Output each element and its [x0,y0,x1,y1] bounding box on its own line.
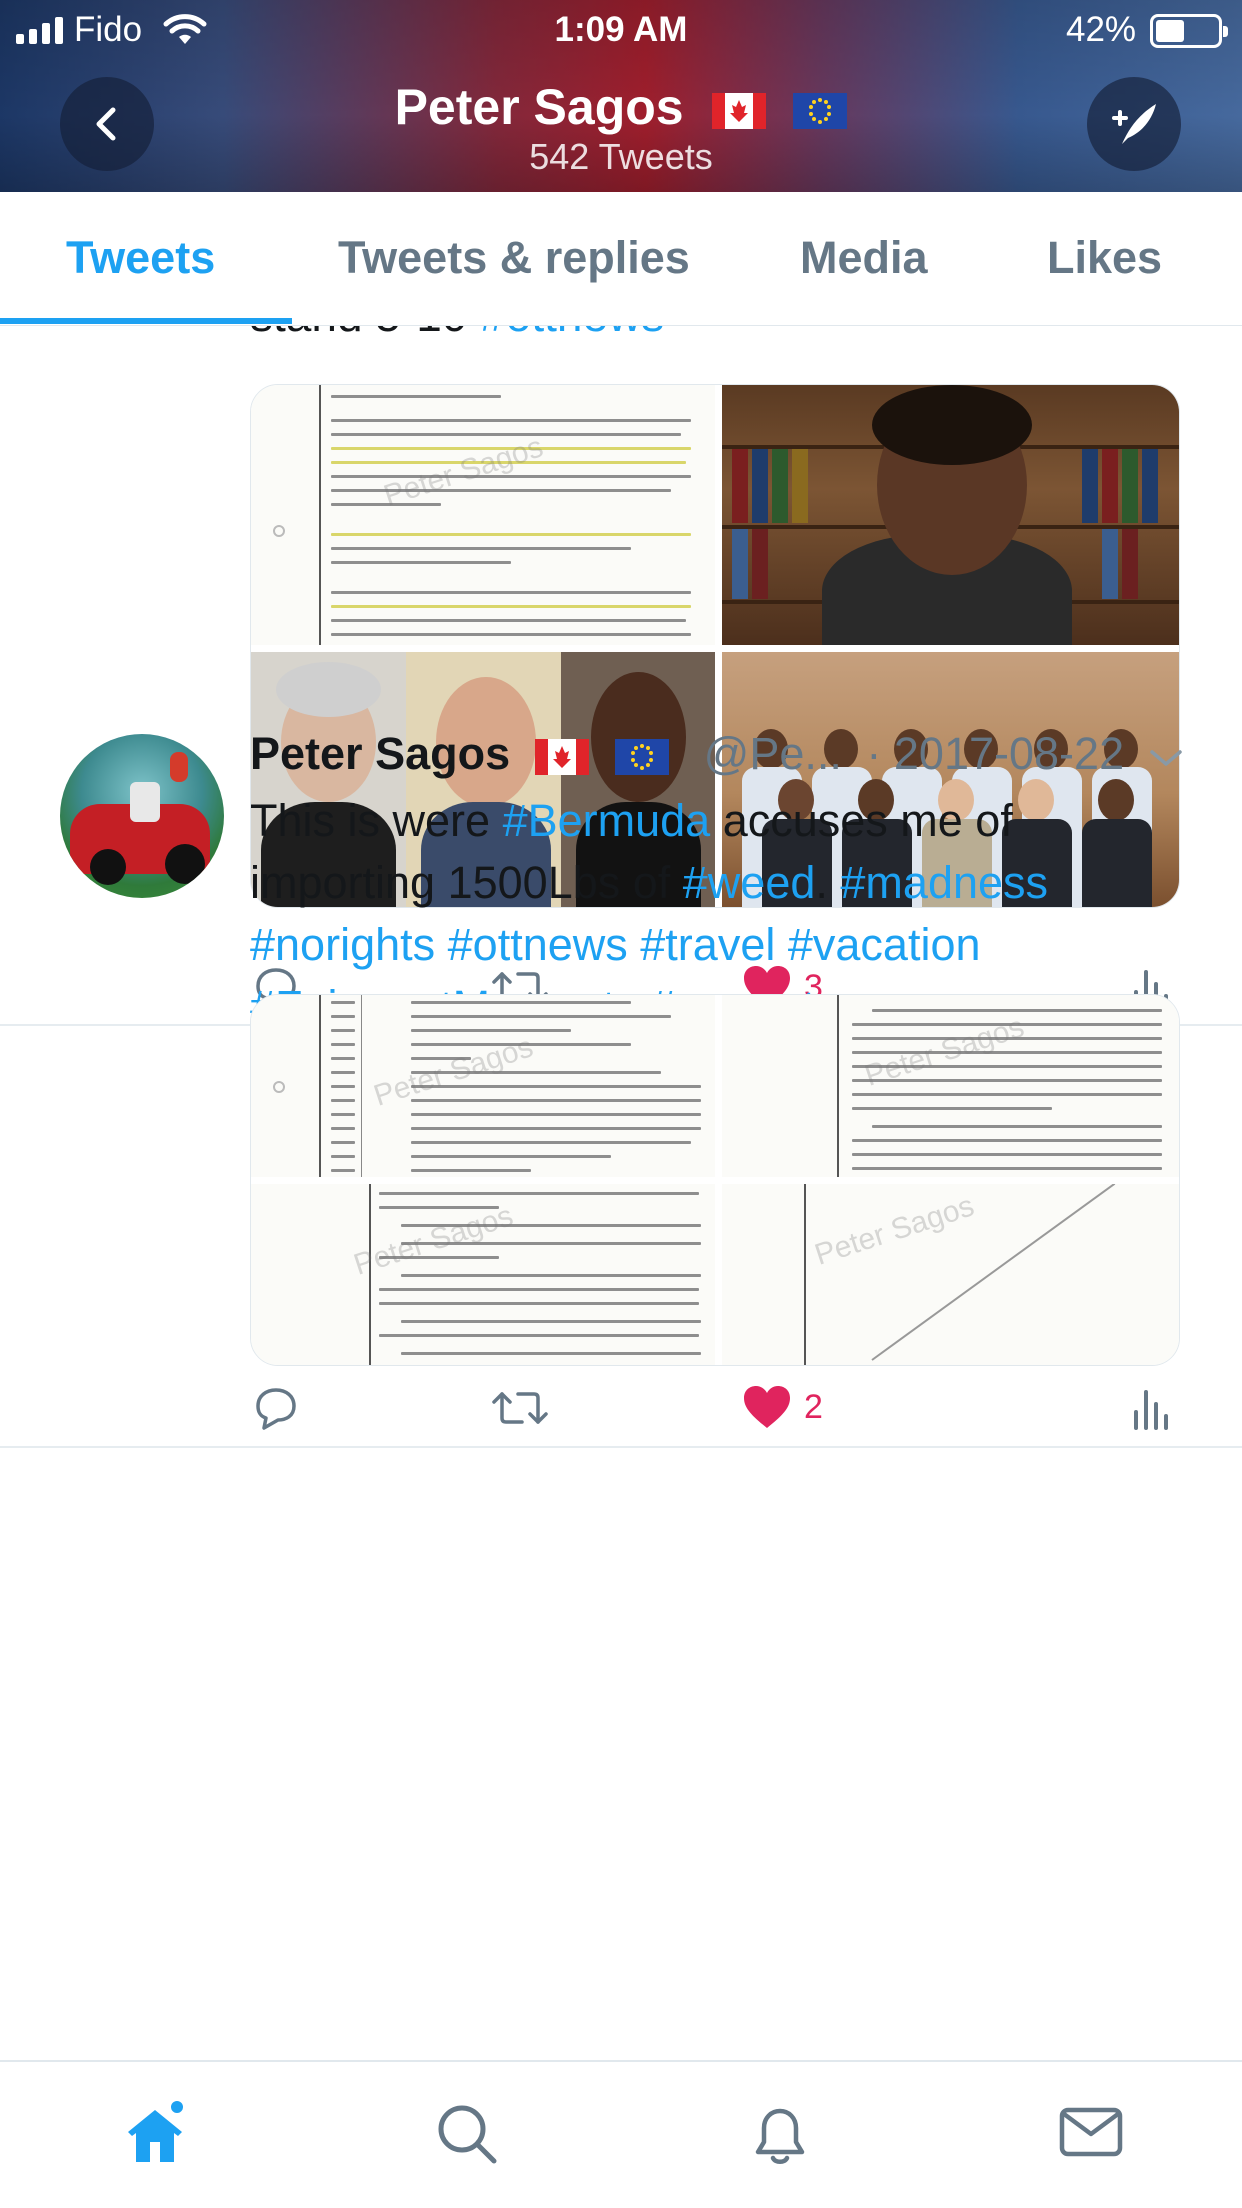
header-title-text: Peter Sagos [394,79,684,135]
media-statistics-image[interactable]: Peter Sagos [251,1184,715,1365]
tweet-text-segment: This is were [250,795,503,846]
notifications-tab[interactable] [748,2102,812,2173]
reply-icon [256,1388,296,1430]
tab-media[interactable]: Media [800,232,928,284]
compose-tweet-icon [1112,104,1156,144]
hashtag-link[interactable]: #weed [683,857,816,908]
canada-flag-icon [534,739,589,776]
analytics-icon [1134,1390,1168,1430]
tab-tweets[interactable]: Tweets [66,232,215,284]
like-count: 2 [804,1387,823,1426]
hashtag-link[interactable]: #madness [840,857,1048,908]
media-document-image[interactable]: Peter Sagos [251,385,715,645]
bell-icon [755,2108,805,2164]
compose-tweet-button[interactable] [1087,77,1181,171]
tweet-text-segment [775,919,788,970]
author-handle[interactable]: @Pe... [704,728,842,779]
bottom-tab-bar [0,2060,1242,2208]
notification-dot [168,2098,186,2116]
profile-tabs: Tweets Tweets & replies Media Likes [0,192,1242,326]
avatar[interactable] [60,734,224,898]
tweet-media-grid[interactable]: Peter Sagos Peter Sagos Peter Sagos Pete… [250,994,1180,1366]
hashtag-link[interactable]: #norights [250,919,435,970]
tweet-divider [0,1446,1242,1448]
clipped-text: stand 5-10 [250,326,467,341]
tweet-count: 542 Tweets [529,136,713,177]
messages-tab[interactable] [1058,2102,1124,2167]
tweet-text-clipped: stand 5-10 #ottnews [250,326,664,342]
tab-tweets-and-replies[interactable]: Tweets & replies [338,232,690,284]
reply-button[interactable] [250,1384,298,1432]
search-tab[interactable] [435,2102,499,2171]
battery-icon [1150,14,1228,48]
status-bar: Fido 1:09 AM 42% [0,0,1242,60]
hashtag-link[interactable]: #ottnews [480,326,664,341]
status-time: 1:09 AM [554,10,688,49]
media-transcript-image[interactable]: Peter Sagos [251,995,715,1177]
active-tab-indicator [0,318,292,324]
tab-likes[interactable]: Likes [1047,232,1162,284]
mail-icon [1059,2107,1123,2157]
like-button[interactable]: 2 [742,1384,823,1430]
hashtag-link[interactable]: #vacation [788,919,981,970]
eu-flag-icon [793,92,848,129]
tweet-header: Peter Sagos @Pe... · 2017-08-22 [250,728,1124,780]
tweet-date: · 2017-08-22 [866,728,1125,779]
search-icon [438,2105,497,2164]
eu-flag-icon [615,739,670,776]
tweet-actions: 2 [250,1384,1180,1454]
battery-percent: 42% [1066,10,1137,49]
retweet-icon [492,1392,548,1424]
analytics-button[interactable] [1130,1384,1170,1432]
tweet-text-segment: . [815,857,841,908]
tweet-text-segment [628,919,641,970]
profile-header: Fido 1:09 AM 42% Peter Sagos 542 Tweets [0,0,1242,192]
profile-name-header: Peter Sagos [0,78,1242,136]
media-portrait-image[interactable] [722,385,1179,645]
hashtag-link[interactable]: #travel [640,919,775,970]
canada-flag-icon [711,92,766,129]
author-name[interactable]: Peter Sagos [250,728,510,779]
retweet-button[interactable] [492,1384,548,1432]
chevron-down-icon[interactable] [1148,746,1184,770]
hashtag-link[interactable]: #ottnews [448,919,628,970]
home-tab[interactable] [122,2098,188,2173]
hashtag-link[interactable]: #Bermuda [503,795,711,846]
media-statement-image[interactable]: Peter Sagos [722,995,1179,1177]
heart-icon [744,1386,790,1428]
tweet-text-segment [435,919,448,970]
tweet-feed[interactable]: stand 5-10 #ottnews Peter Sagos [0,326,1242,2060]
media-signature-page-image[interactable]: Peter Sagos [722,1184,1179,1365]
